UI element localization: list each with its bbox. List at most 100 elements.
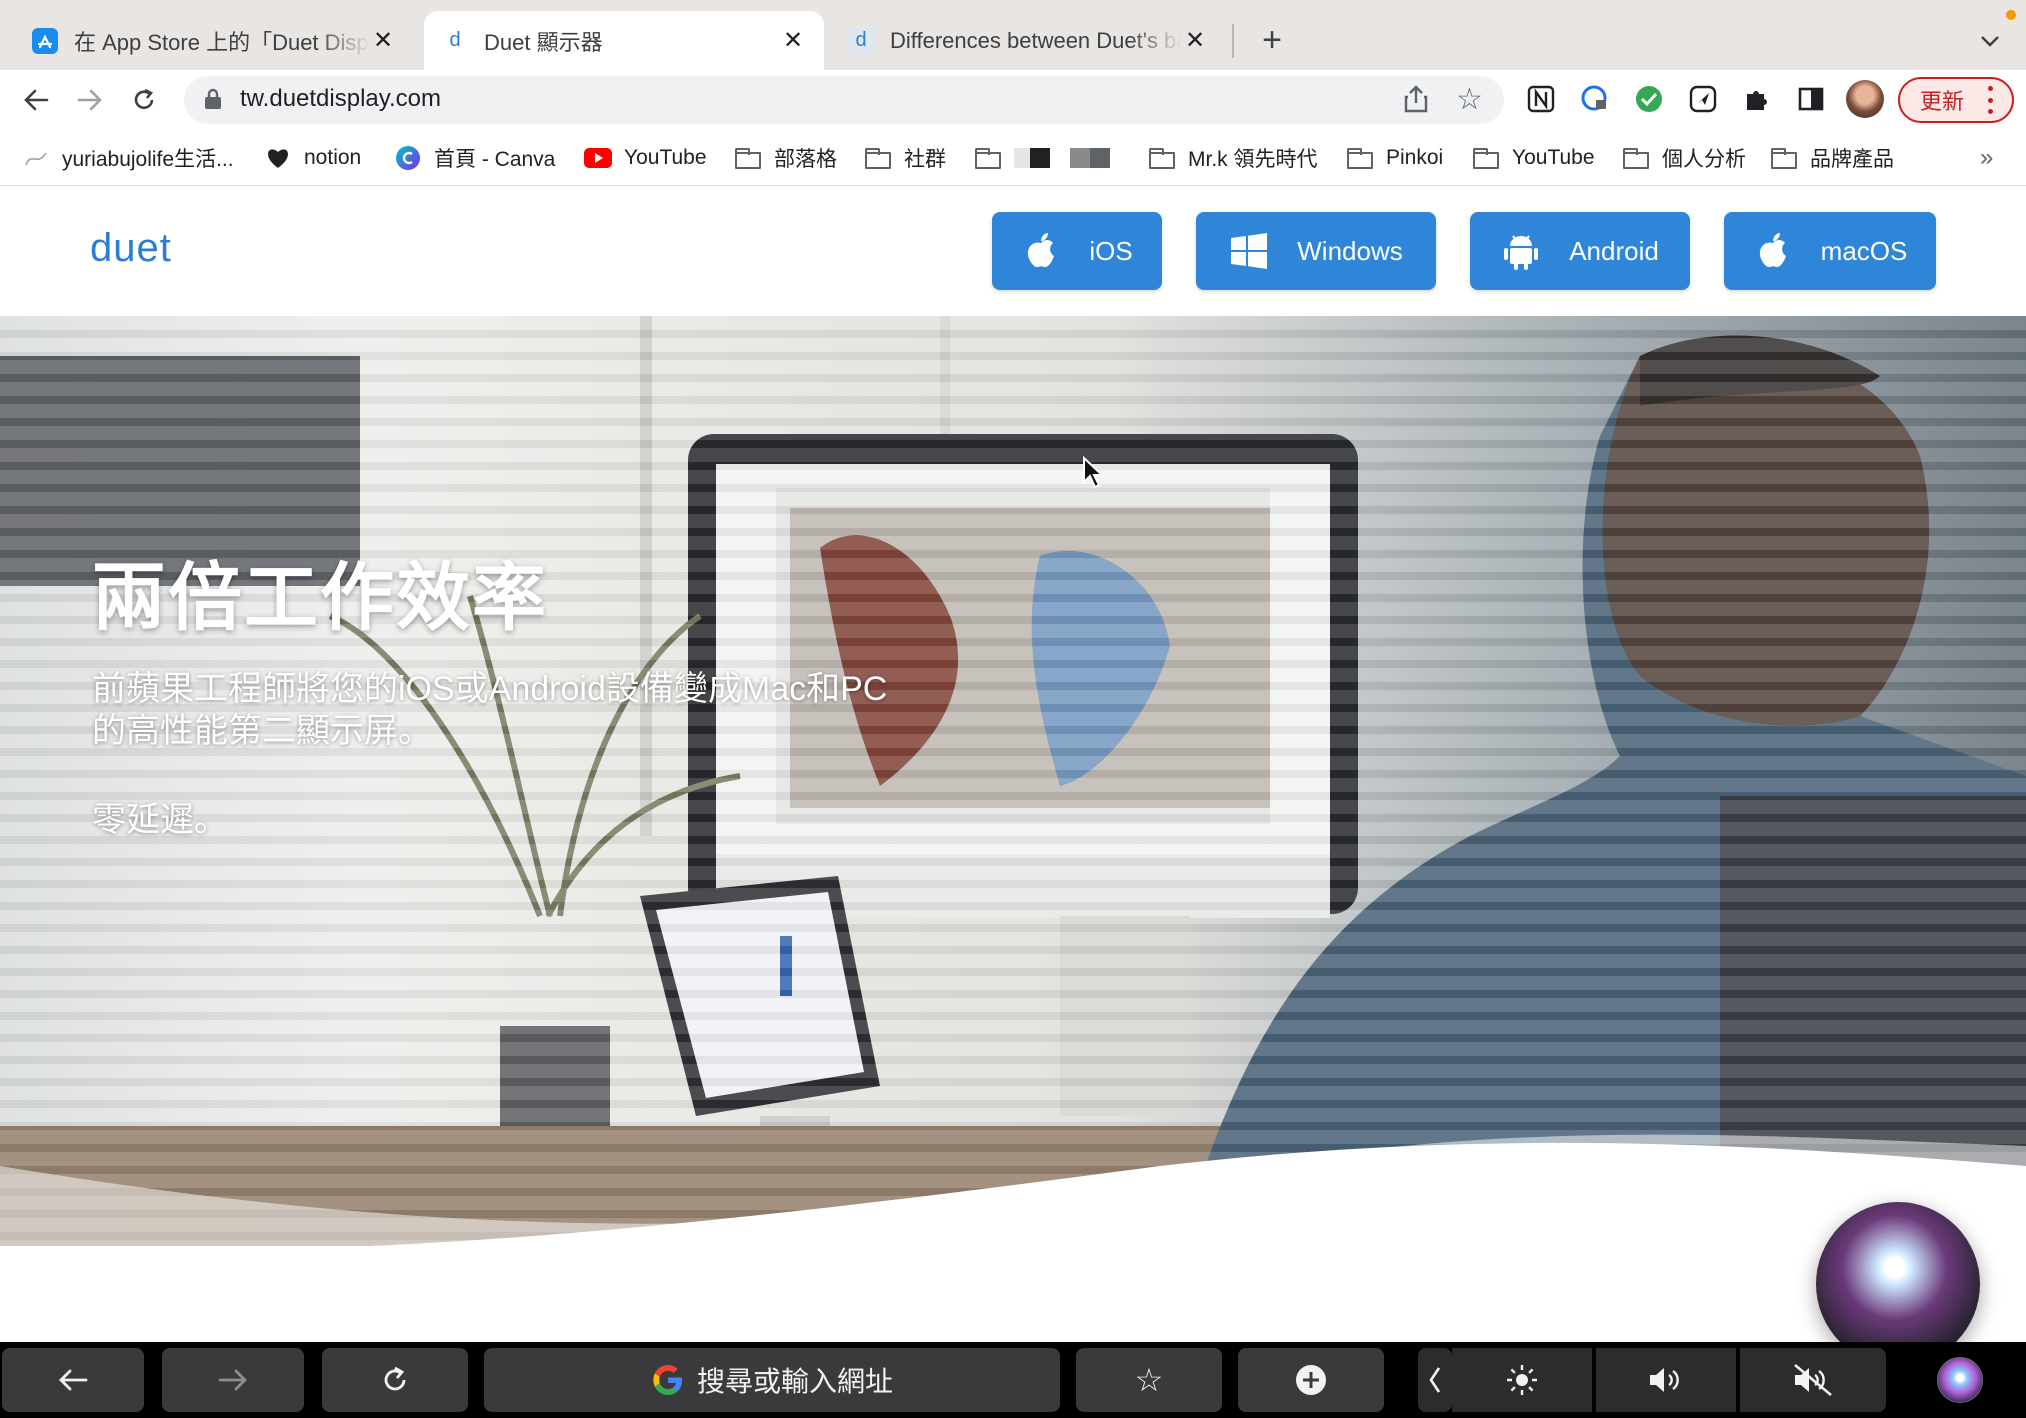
touchbar-bookmark-star-icon[interactable]: ☆ bbox=[1076, 1348, 1222, 1412]
windows-download-button[interactable]: Windows bbox=[1196, 212, 1436, 290]
youtube-icon bbox=[584, 144, 612, 172]
update-label: 更新 bbox=[1920, 89, 1965, 114]
bookmark-folder-pinkoi[interactable]: Pinkoi bbox=[1346, 140, 1443, 176]
update-button[interactable]: 更新 bbox=[1898, 77, 2014, 123]
bookmark-youtube[interactable]: YouTube bbox=[584, 140, 707, 176]
folder-icon bbox=[1148, 144, 1176, 172]
hero-subtitle: 前蘋果工程師將您的iOS或Android設備變成Mac和PC的高性能第二顯示屏。 bbox=[92, 670, 888, 750]
tab-title: Differences between Duet's ba bbox=[890, 27, 1182, 53]
bookmark-label: Pinkoi bbox=[1386, 146, 1444, 169]
share-icon[interactable] bbox=[1402, 84, 1434, 116]
profile-avatar[interactable] bbox=[1846, 80, 1884, 118]
android-label: Android bbox=[1569, 235, 1659, 266]
reload-icon[interactable] bbox=[124, 80, 164, 120]
color-swatch-icon bbox=[1014, 148, 1030, 168]
close-icon[interactable]: ✕ bbox=[370, 27, 396, 54]
touchbar-volume-icon[interactable] bbox=[1596, 1348, 1736, 1412]
new-tab-icon[interactable]: + bbox=[1252, 18, 1292, 62]
url-text[interactable]: tw.duetdisplay.com bbox=[240, 85, 441, 113]
tab-title: Duet 顯示器 bbox=[484, 29, 603, 55]
duet-logo[interactable]: duet bbox=[90, 226, 172, 271]
bookmark-folder-unnamed[interactable] bbox=[974, 140, 1110, 176]
bookmark-label: 部落格 bbox=[774, 148, 837, 171]
folder-icon bbox=[864, 144, 892, 172]
folder-icon bbox=[734, 144, 762, 172]
bookmark-folder-mrk[interactable]: Mr.k 領先時代 bbox=[1148, 140, 1318, 176]
folder-icon bbox=[1622, 144, 1650, 172]
close-icon[interactable]: ✕ bbox=[1182, 27, 1208, 54]
bookmark-folder-analysis[interactable]: 個人分析 bbox=[1622, 140, 1746, 176]
touchbar-search-placeholder: 搜尋或輸入網址 bbox=[696, 1366, 893, 1397]
bookmark-label: notion bbox=[304, 146, 362, 169]
bookmark-notion[interactable]: notion bbox=[264, 140, 361, 176]
folder-icon bbox=[1770, 144, 1798, 172]
apple-icon bbox=[1021, 231, 1061, 271]
android-download-button[interactable]: Android bbox=[1470, 212, 1690, 290]
extensions-puzzle-icon[interactable] bbox=[1742, 84, 1774, 116]
color-swatch-icon bbox=[1030, 148, 1050, 168]
touchbar-collapse-icon[interactable] bbox=[1418, 1348, 1452, 1412]
macos-label: macOS bbox=[1820, 235, 1908, 266]
bookmark-folder-blog[interactable]: 部落格 bbox=[734, 140, 837, 176]
back-icon[interactable] bbox=[16, 80, 56, 120]
hero-bottom-wave bbox=[0, 1134, 2026, 1246]
color-swatch-icon bbox=[1070, 148, 1110, 168]
bookmark-folder-brand[interactable]: 品牌產品 bbox=[1770, 140, 1894, 176]
mouse-cursor-icon bbox=[1082, 455, 1106, 490]
bookmark-label: 個人分析 bbox=[1662, 148, 1746, 171]
bookmark-folder-youtube[interactable]: YouTube bbox=[1472, 140, 1595, 176]
tab-differences[interactable]: d Differences between Duet's ba ✕ bbox=[830, 11, 1226, 70]
touchbar-siri-icon[interactable] bbox=[1920, 1348, 2000, 1412]
bookmark-label: 首頁 - Canva bbox=[434, 148, 556, 171]
bookmark-folder-social[interactable]: 社群 bbox=[864, 140, 946, 176]
touchbar-reload-icon[interactable] bbox=[322, 1348, 468, 1412]
android-icon bbox=[1501, 231, 1541, 271]
heart-icon bbox=[264, 144, 292, 172]
bookmark-label: yuriabujolife生活... bbox=[62, 148, 234, 171]
side-panel-icon[interactable] bbox=[1796, 84, 1828, 116]
password-extension-icon[interactable] bbox=[1580, 84, 1612, 116]
app-store-icon bbox=[32, 27, 58, 54]
apple-icon bbox=[1753, 231, 1793, 271]
touchbar-brightness-icon[interactable] bbox=[1452, 1348, 1592, 1412]
macos-download-button[interactable]: macOS bbox=[1724, 212, 1936, 290]
tab-search-chevron-icon[interactable] bbox=[1970, 24, 2010, 58]
bookmark-canva[interactable]: 首頁 - Canva bbox=[394, 140, 555, 176]
folder-icon bbox=[974, 144, 1002, 172]
yuri-icon bbox=[22, 144, 50, 172]
touchbar-new-tab-icon[interactable] bbox=[1238, 1348, 1384, 1412]
hero-subtitle-secondary: 零延遲。 bbox=[92, 801, 228, 839]
bookmark-label: 品牌產品 bbox=[1810, 148, 1894, 171]
ios-download-button[interactable]: iOS bbox=[992, 212, 1162, 290]
windows-label: Windows bbox=[1297, 235, 1403, 266]
bookmark-yuriabujolife[interactable]: yuriabujolife生活... bbox=[22, 140, 234, 176]
menu-dots-icon[interactable] bbox=[1984, 86, 1996, 114]
bookmark-label: YouTube bbox=[624, 146, 707, 169]
forward-icon[interactable] bbox=[70, 80, 110, 120]
bookmarks-overflow-button[interactable]: » bbox=[1980, 140, 1993, 176]
bookmark-label: YouTube bbox=[1512, 146, 1595, 169]
bookmark-star-icon[interactable]: ☆ bbox=[1456, 84, 1488, 116]
tab-app-store[interactable]: 在 App Store 上的「Duet Display」 ✕ bbox=[14, 11, 414, 70]
touchbar-forward-icon[interactable] bbox=[162, 1348, 304, 1412]
tab-duet-display[interactable]: d Duet 顯示器 ✕ bbox=[424, 11, 824, 70]
duet-icon: d bbox=[848, 27, 874, 54]
tab-title: 在 App Store 上的「Duet Display」 bbox=[74, 29, 370, 55]
send-extension-icon[interactable] bbox=[1688, 84, 1720, 116]
check-extension-icon[interactable] bbox=[1634, 84, 1666, 116]
touchbar-mute-icon[interactable] bbox=[1740, 1348, 1886, 1412]
touchbar-back-icon[interactable] bbox=[2, 1348, 144, 1412]
hero-title: 兩倍工作效率 bbox=[92, 556, 548, 639]
duet-icon: d bbox=[449, 29, 461, 51]
notion-extension-icon[interactable] bbox=[1526, 84, 1558, 116]
update-dot-icon bbox=[2006, 10, 2016, 20]
touchbar-search-field[interactable]: 搜尋或輸入網址 bbox=[484, 1348, 1060, 1412]
lock-icon[interactable] bbox=[204, 88, 224, 112]
windows-icon bbox=[1229, 231, 1269, 271]
color-swatch-icon bbox=[1050, 148, 1070, 168]
canva-icon bbox=[394, 144, 422, 172]
folder-icon bbox=[1472, 144, 1500, 172]
close-icon[interactable]: ✕ bbox=[780, 27, 806, 54]
folder-icon bbox=[1346, 144, 1374, 172]
ios-label: iOS bbox=[1089, 235, 1133, 266]
